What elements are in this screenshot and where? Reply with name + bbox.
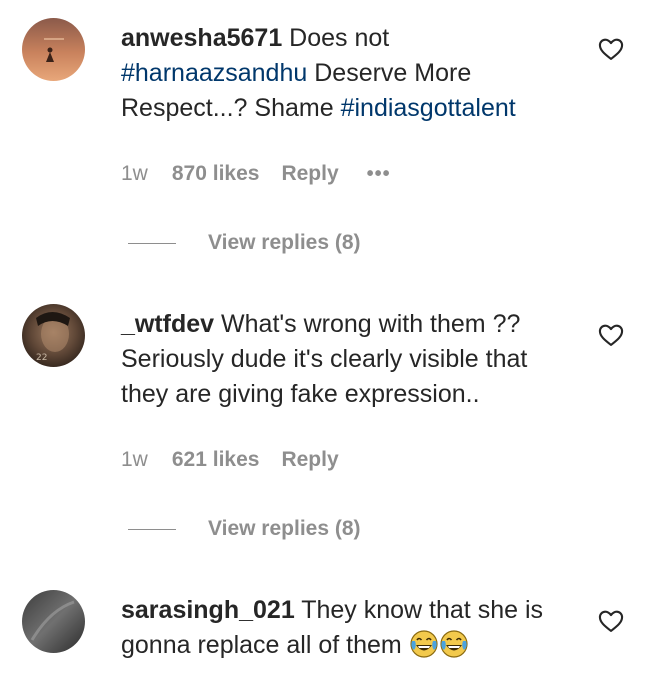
svg-text:22: 22 [36, 353, 47, 363]
reply-button[interactable]: Reply [281, 162, 338, 186]
comment-likes[interactable]: 870 likes [172, 162, 260, 186]
comments-list: anwesha5671 Does not #harnaazsandhu Dese… [0, 0, 650, 686]
comment-body: Does not [289, 24, 390, 52]
comment-username[interactable]: anwesha5671 [121, 24, 282, 52]
comment-meta: 1w 870 likes Reply ••• [121, 159, 391, 189]
more-options-icon[interactable]: ••• [367, 164, 391, 184]
view-replies-label: View replies (8) [208, 231, 361, 254]
comment-time: 1w [121, 162, 148, 185]
view-replies-label: View replies (8) [208, 517, 361, 540]
divider-line [128, 528, 176, 530]
comment-likes[interactable]: 621 likes [172, 448, 260, 472]
divider-line [128, 242, 176, 244]
hashtag-link[interactable]: #harnaazsandhu [121, 59, 307, 87]
avatar[interactable] [22, 18, 85, 81]
comment-text: _wtfdev What's wrong with them ?? Seriou… [121, 307, 581, 412]
avatar[interactable]: 22 [22, 304, 85, 367]
face-with-tears-of-joy-emoji [439, 629, 469, 659]
view-replies-button[interactable]: View replies (8) [128, 228, 361, 258]
view-replies-button[interactable]: View replies (8) [128, 514, 361, 544]
like-heart-icon[interactable] [597, 607, 625, 635]
comment-username[interactable]: _wtfdev [121, 310, 214, 338]
comment-text: sarasingh_021 They know that she is gonn… [121, 593, 581, 663]
comment-text: anwesha5671 Does not #harnaazsandhu Dese… [121, 21, 581, 126]
face-with-tears-of-joy-emoji [409, 629, 439, 659]
comment-meta: 1w 621 likes Reply [121, 445, 367, 475]
like-heart-icon[interactable] [597, 321, 625, 349]
avatar[interactable] [22, 590, 85, 653]
hashtag-link[interactable]: #indiasgottalent [341, 94, 516, 122]
reply-button[interactable]: Reply [281, 448, 338, 472]
comment-time: 1w [121, 448, 148, 471]
comment-username[interactable]: sarasingh_021 [121, 596, 295, 624]
like-heart-icon[interactable] [597, 35, 625, 63]
